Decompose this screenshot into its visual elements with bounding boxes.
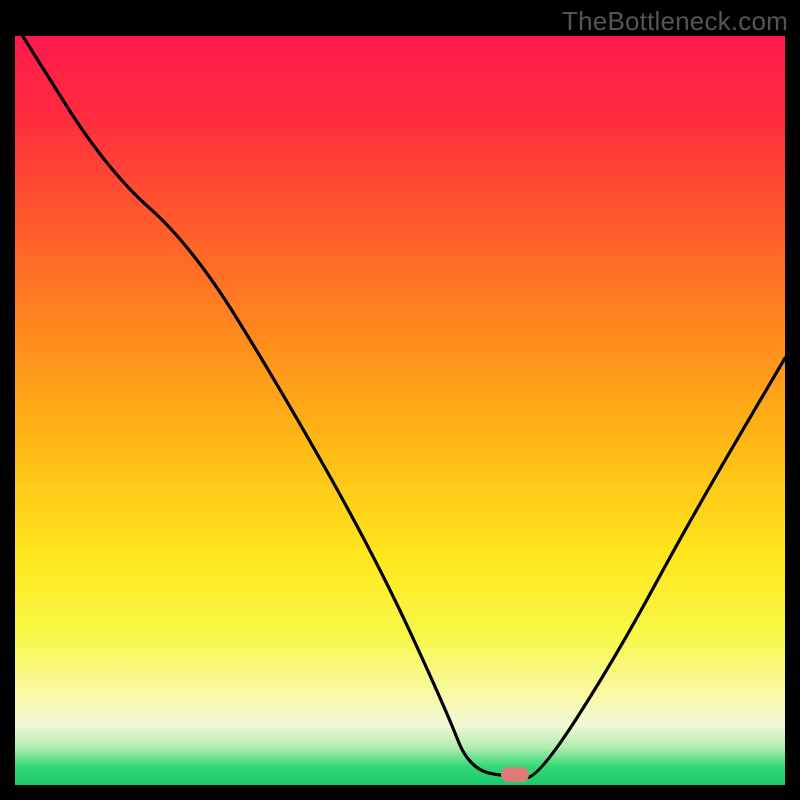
- site-watermark: TheBottleneck.com: [562, 6, 788, 37]
- chart-plot-area: [15, 36, 785, 785]
- bottleneck-curve-path: [23, 36, 785, 778]
- bottleneck-curve: [15, 36, 785, 785]
- selection-marker: [501, 767, 529, 782]
